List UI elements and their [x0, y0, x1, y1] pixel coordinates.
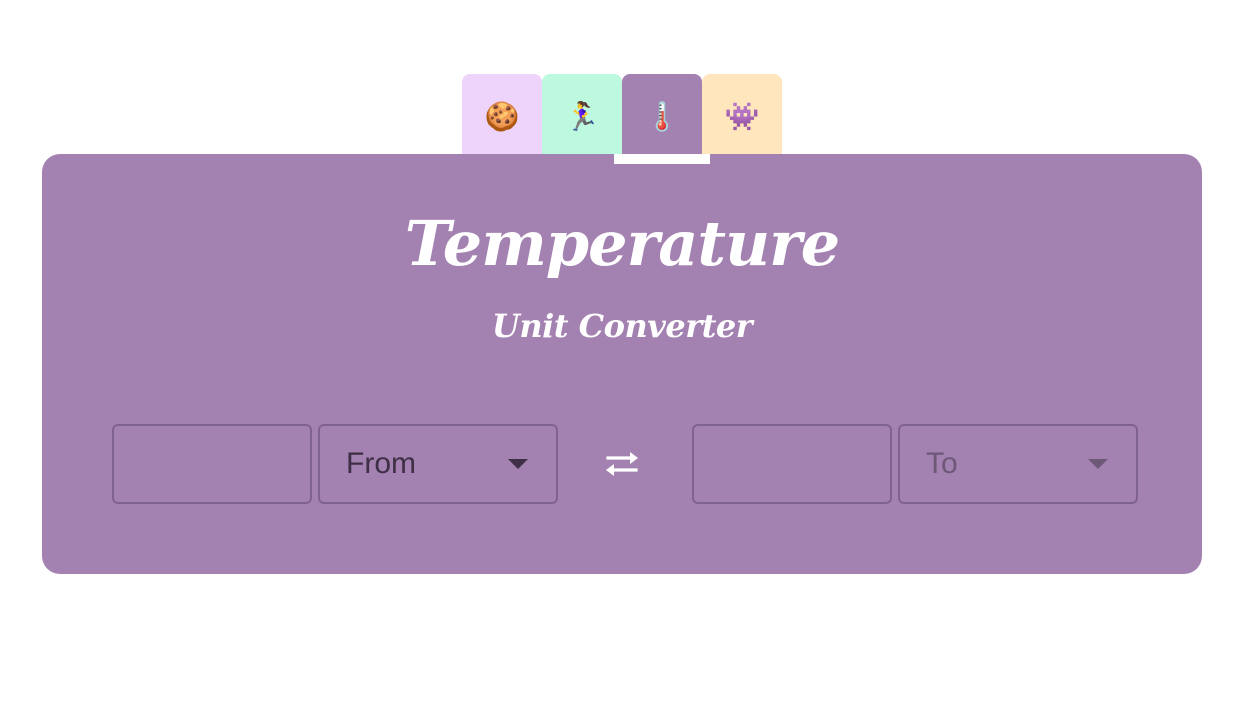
- to-value-input[interactable]: [692, 424, 892, 504]
- tab-running[interactable]: 🏃‍♀️: [542, 74, 622, 154]
- cookie-icon: 🍪: [484, 99, 520, 133]
- from-unit-select[interactable]: From: [318, 424, 558, 504]
- thermometer-icon: 🌡️: [644, 99, 680, 133]
- from-unit-select-label: From: [346, 447, 416, 480]
- page-subtitle: Unit Converter: [491, 307, 753, 345]
- running-woman-icon: 🏃‍♀️: [564, 99, 600, 133]
- to-unit-select[interactable]: To: [898, 424, 1138, 504]
- chevron-down-icon: [508, 459, 528, 469]
- from-value-input[interactable]: [112, 424, 312, 504]
- converter-page: 🍪 🏃‍♀️ 🌡️ 👾 Temperature Unit Converter F…: [0, 0, 1256, 702]
- active-tab-indicator: [614, 154, 710, 164]
- tab-cookie[interactable]: 🍪: [462, 74, 542, 154]
- chevron-down-icon: [1088, 459, 1108, 469]
- to-unit-select-label: To: [926, 447, 958, 480]
- swap-arrows-icon: [606, 452, 638, 476]
- space-invader-icon: 👾: [724, 99, 760, 133]
- converter-card: Temperature Unit Converter From To: [42, 154, 1202, 574]
- tab-space-invader[interactable]: 👾: [702, 74, 782, 154]
- swap-units-button[interactable]: [598, 444, 646, 484]
- tab-temperature[interactable]: 🌡️: [622, 74, 702, 154]
- category-tabs: 🍪 🏃‍♀️ 🌡️ 👾: [462, 74, 782, 154]
- page-title: Temperature: [404, 207, 841, 280]
